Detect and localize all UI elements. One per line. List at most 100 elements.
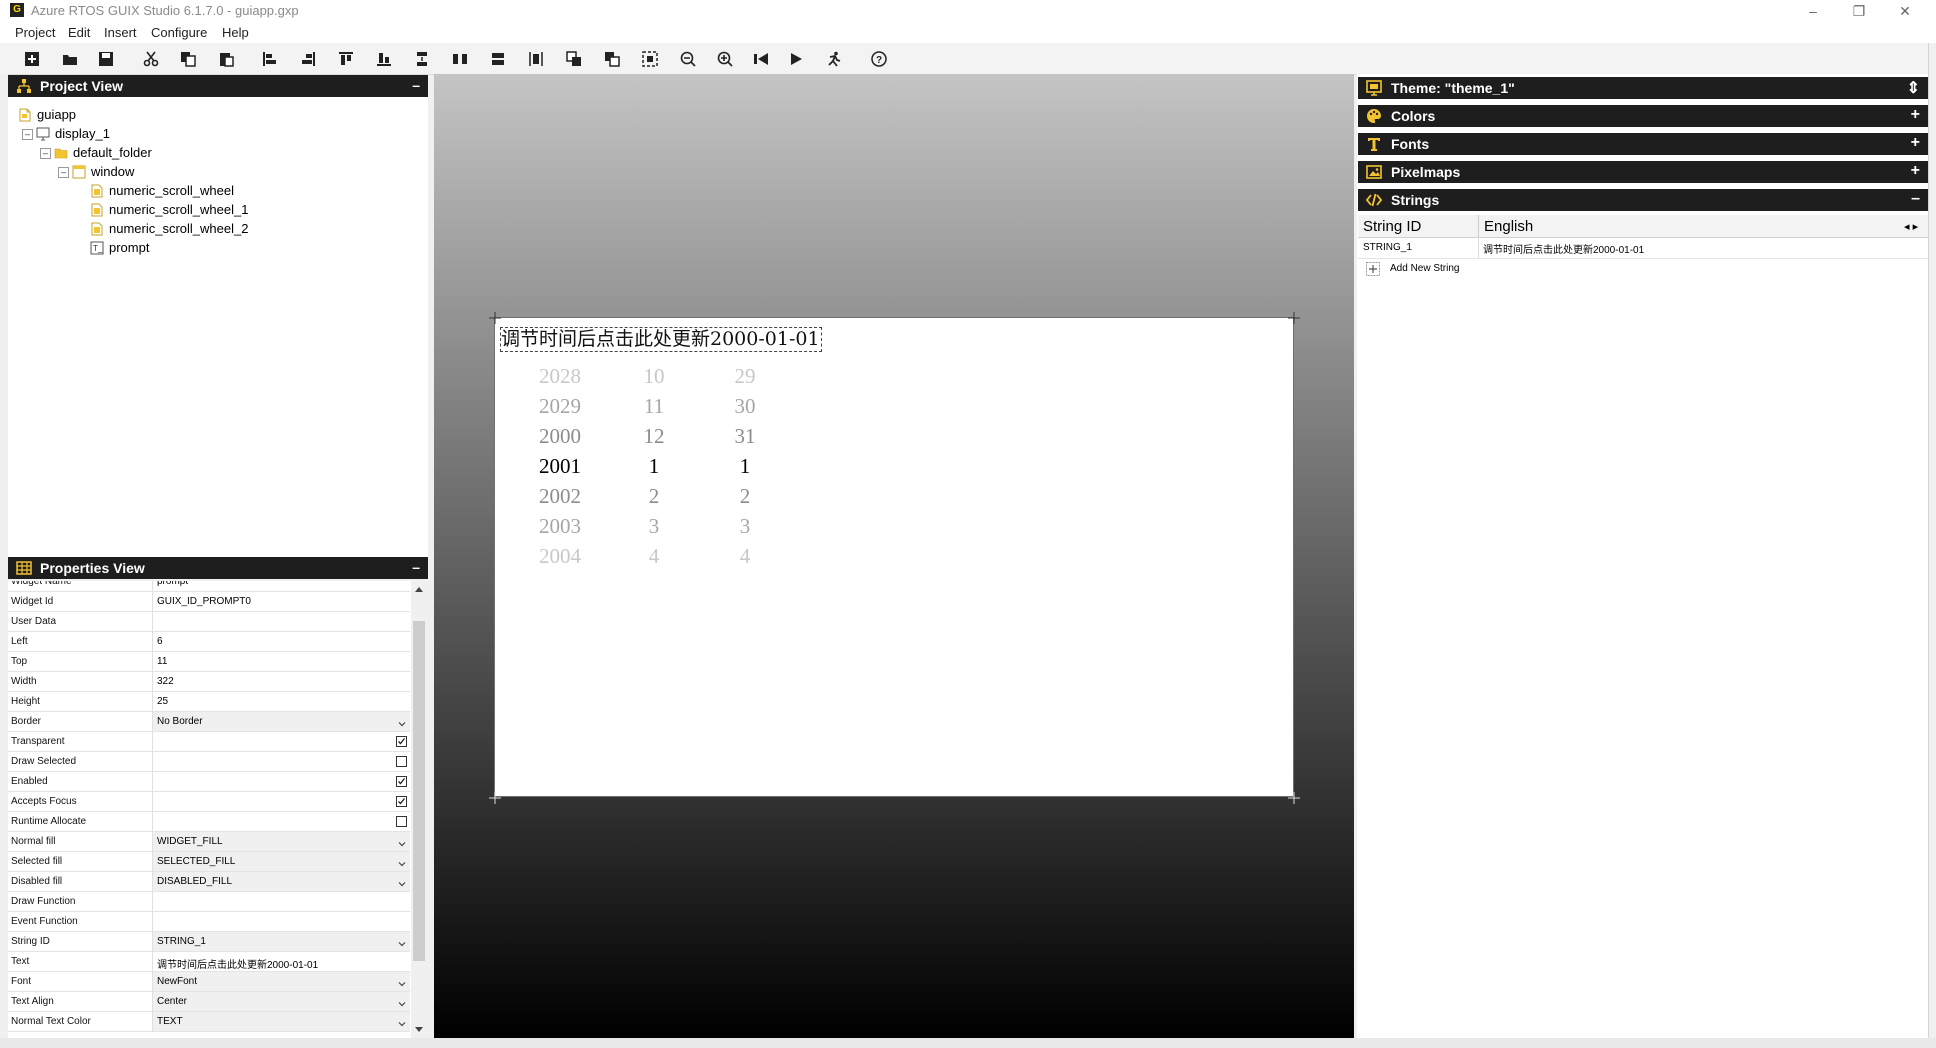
wheel-day-item[interactable]: 30 [705,394,785,419]
property-dropdown[interactable]: TEXT [152,1012,410,1031]
property-dropdown[interactable]: NewFont [152,972,410,991]
property-dropdown[interactable]: Center [152,992,410,1011]
wheel-day-item-selected[interactable]: 1 [705,454,785,479]
save-icon[interactable] [96,49,116,69]
string-row[interactable]: STRING_1 调节时间后点击此处更新2000-01-01 [1358,237,1928,259]
property-value-field[interactable]: 11 [152,652,410,671]
property-checkbox[interactable] [152,752,410,771]
property-value-field[interactable] [152,892,410,911]
tree-node-numeric-scroll-wheel[interactable]: numeric_scroll_wheel [90,182,234,200]
property-value-field[interactable]: 6 [152,632,410,651]
wheel-month-item[interactable]: 11 [614,394,694,419]
scroll-down-arrow-icon[interactable] [415,1027,423,1032]
wheel-year-item[interactable]: 2003 [520,514,600,539]
wheel-year-item[interactable]: 2004 [520,544,600,569]
copy-icon[interactable] [178,49,198,69]
tree-collapse-toggle[interactable]: – [22,129,33,140]
chevron-down-icon[interactable] [398,857,406,867]
resize-handle-top-left[interactable] [487,310,503,326]
checked-checkbox-icon[interactable] [396,736,407,747]
wheel-day-item[interactable]: 31 [705,424,785,449]
horizontal-space-icon[interactable] [488,49,508,69]
property-value-field[interactable] [152,912,410,931]
scroll-up-arrow-icon[interactable] [415,587,423,592]
run-application-icon[interactable] [824,49,844,69]
cut-icon[interactable] [141,49,161,69]
align-top-icon[interactable] [336,49,356,69]
wheel-year-item[interactable]: 2029 [520,394,600,419]
property-value-field[interactable]: GUIX_ID_PROMPT0 [152,592,410,611]
wheel-day-item[interactable]: 3 [705,514,785,539]
move-to-front-icon[interactable] [564,49,584,69]
resize-handle-top-right[interactable] [1286,310,1302,326]
prompt-widget[interactable]: 调节时间后点击此处更新2000-01-01 [500,327,822,352]
tree-collapse-toggle[interactable]: – [40,148,51,159]
menu-configure[interactable]: Configure [151,25,207,40]
move-to-back-icon[interactable] [602,49,622,69]
tree-node-numeric-scroll-wheel-2[interactable]: numeric_scroll_wheel_2 [90,220,248,238]
checked-checkbox-icon[interactable] [396,796,407,807]
wheel-year-item[interactable]: 2002 [520,484,600,509]
zoom-in-icon[interactable] [715,49,735,69]
open-icon[interactable] [60,49,80,69]
wheel-month-item[interactable]: 12 [614,424,694,449]
strings-collapse-button[interactable]: – [1911,190,1920,208]
wheel-month-item-selected[interactable]: 1 [614,454,694,479]
properties-view-collapse-button[interactable]: – [412,559,420,575]
new-project-icon[interactable] [22,49,42,69]
resize-handle-bottom-right[interactable] [1286,790,1302,806]
size-to-content-icon[interactable] [640,49,660,69]
menu-insert[interactable]: Insert [104,25,137,40]
properties-scrollbar[interactable] [411,581,428,1038]
theme-header[interactable]: Theme: "theme_1" ⇕ [1358,77,1928,99]
english-column-header[interactable]: English [1484,218,1533,235]
wheel-year-item-selected[interactable]: 2001 [520,454,600,479]
property-dropdown[interactable]: DISABLED_FILL [152,872,410,891]
tree-node-window[interactable]: window [72,163,134,181]
zoom-out-icon[interactable] [678,49,698,69]
tree-collapse-toggle[interactable]: – [58,167,69,178]
pixelmaps-section[interactable]: Pixelmaps + [1358,161,1928,183]
chevron-down-icon[interactable] [398,717,406,727]
equal-width-icon[interactable] [450,49,470,69]
strings-section[interactable]: Strings – [1358,189,1928,211]
chevron-down-icon[interactable] [398,1017,406,1027]
unchecked-checkbox-icon[interactable] [396,756,407,767]
run-icon[interactable] [786,49,806,69]
tree-node-display-1[interactable]: display_1 [36,125,110,143]
wheel-day-item[interactable]: 29 [705,364,785,389]
wheel-month-item[interactable]: 3 [614,514,694,539]
chevron-down-icon[interactable] [398,977,406,987]
colors-section[interactable]: Colors + [1358,105,1928,127]
property-dropdown[interactable]: STRING_1 [152,932,410,951]
menu-edit[interactable]: Edit [68,25,90,40]
wheel-month-item[interactable]: 2 [614,484,694,509]
property-value-field[interactable]: 322 [152,672,410,691]
pixelmaps-expand-button[interactable]: + [1911,162,1920,180]
unchecked-checkbox-icon[interactable] [396,816,407,827]
help-icon[interactable]: ? [869,49,889,69]
align-left-icon[interactable] [260,49,280,69]
align-right-icon[interactable] [298,49,318,69]
property-checkbox[interactable] [152,792,410,811]
resize-handle-bottom-left[interactable] [487,790,503,806]
property-checkbox[interactable] [152,732,410,751]
wheel-month-item[interactable]: 10 [614,364,694,389]
macro-record-icon[interactable] [751,49,771,69]
wheel-year-item[interactable]: 2028 [520,364,600,389]
menu-project[interactable]: Project [15,25,55,40]
chevron-down-icon[interactable] [398,937,406,947]
minimize-button[interactable]: – [1790,0,1836,23]
tree-node-guiapp[interactable]: guiapp [18,106,76,124]
property-value-field[interactable] [152,612,410,631]
menu-help[interactable]: Help [222,25,249,40]
tree-node-default-folder[interactable]: default_folder [54,144,152,162]
restore-button[interactable]: ❐ [1836,0,1882,23]
property-value-field[interactable]: 调节时间后点击此处更新2000-01-01 [152,952,410,971]
property-dropdown[interactable]: WIDGET_FILL [152,832,410,851]
theme-selector-control[interactable]: ⇕ [1907,78,1920,98]
string-id-column-header[interactable]: String ID [1363,218,1421,235]
chevron-down-icon[interactable] [398,877,406,887]
wheel-day-item[interactable]: 2 [705,484,785,509]
property-dropdown[interactable]: No Border [152,712,410,731]
